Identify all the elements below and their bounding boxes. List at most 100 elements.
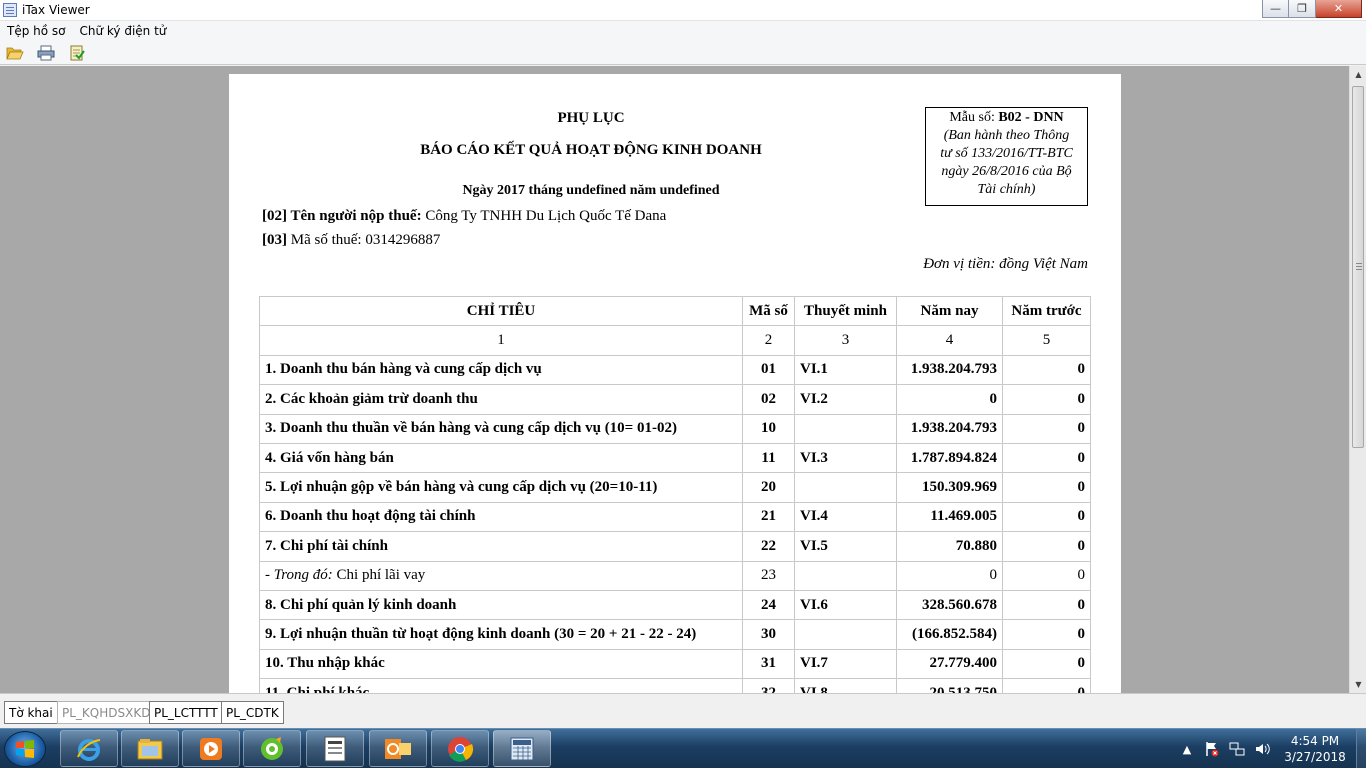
maximize-button[interactable]: ❐ xyxy=(1289,0,1316,18)
form-note-line3: ngày 26/8/2016 của Bộ xyxy=(941,164,1072,179)
row-current: (166.852.584) xyxy=(896,619,1003,650)
taskbar-itax-viewer[interactable] xyxy=(306,730,364,767)
menu-digital-signature[interactable]: Chữ ký điện tử xyxy=(73,24,174,38)
table-row: 3. Doanh thu thuần về bán hàng và cung c… xyxy=(259,413,1091,444)
network-button[interactable] xyxy=(1228,740,1246,758)
scroll-up-button[interactable]: ▲ xyxy=(1350,66,1366,83)
row-name: 5. Lợi nhuận gộp về bán hàng và cung cấp… xyxy=(259,472,743,503)
row-code: 32 xyxy=(742,678,795,693)
row-previous: 0 xyxy=(1002,678,1091,693)
report-page: PHỤ LỤC BÁO CÁO KẾT QUẢ HOẠT ĐỘNG KINH D… xyxy=(229,74,1121,693)
grip-line xyxy=(1356,263,1362,264)
taskbar-outlook[interactable] xyxy=(369,730,427,767)
taskbar-file-explorer[interactable] xyxy=(121,730,179,767)
row-note: VI.5 xyxy=(794,531,897,562)
header-indicator: CHỈ TIÊU xyxy=(259,295,743,327)
tab-to-khai[interactable]: Tờ khai xyxy=(4,701,58,724)
close-button[interactable]: ✕ xyxy=(1316,0,1362,18)
show-desktop-button[interactable] xyxy=(1356,729,1366,768)
row-note: VI.1 xyxy=(794,354,897,386)
row-name-text: Chi phí lãi vay xyxy=(336,567,426,584)
index-cell: 5 xyxy=(1002,325,1091,356)
open-file-button[interactable] xyxy=(4,43,26,63)
form-note-line4: Tài chính) xyxy=(977,182,1036,197)
row-previous: 0 xyxy=(1002,560,1091,591)
currency-unit: Đơn vị tiền: đồng Việt Nam xyxy=(923,256,1088,272)
taskbar-media-player[interactable] xyxy=(182,730,240,767)
taskbar-internet-explorer[interactable] xyxy=(60,730,118,767)
action-center-button[interactable] xyxy=(1203,740,1221,758)
arrow-up-icon: ▲ xyxy=(1355,70,1362,79)
calculator-icon xyxy=(510,737,534,760)
row-current: 328.560.678 xyxy=(896,589,1003,621)
taxpayer-name: Công Ty TNHH Du Lịch Quốc Tế Dana xyxy=(425,208,667,224)
row-note xyxy=(794,560,897,591)
row-previous: 0 xyxy=(1002,589,1091,621)
row-note: VI.8 xyxy=(794,678,897,693)
row-current: 150.309.969 xyxy=(896,472,1003,503)
scroll-down-button[interactable]: ▼ xyxy=(1350,676,1366,693)
start-button[interactable] xyxy=(4,731,46,767)
form-code: B02 - DNN xyxy=(998,110,1064,125)
system-tray: ▲ 4:54 PM 3/27/2018 xyxy=(1178,729,1366,768)
folder-open-icon xyxy=(6,47,24,59)
chrome-icon xyxy=(448,736,474,762)
sign-check-button[interactable] xyxy=(66,43,88,63)
row-code: 11 xyxy=(742,442,795,474)
show-hidden-icons-button[interactable]: ▲ xyxy=(1178,740,1196,758)
menu-bar: Tệp hồ sơ Chữ ký điện tử xyxy=(0,21,1366,41)
system-clock[interactable]: 4:54 PM 3/27/2018 xyxy=(1278,733,1352,765)
document-viewer[interactable]: PHỤ LỤC BÁO CÁO KẾT QUẢ HOẠT ĐỘNG KINH D… xyxy=(0,66,1349,693)
internet-explorer-icon xyxy=(77,738,101,761)
row-code: 24 xyxy=(742,589,795,621)
grip-line xyxy=(1356,269,1362,270)
row-current: 70.880 xyxy=(896,531,1003,562)
form-code-prefix: Mẫu số: xyxy=(949,110,999,125)
index-cell: 3 xyxy=(794,325,897,356)
row-note: VI.2 xyxy=(794,384,897,415)
media-player-icon xyxy=(200,737,222,760)
row-current: 11.469.005 xyxy=(896,501,1003,533)
row-name: - Trong đó: Chi phí lãi vay xyxy=(259,560,743,591)
menu-file[interactable]: Tệp hồ sơ xyxy=(0,24,73,38)
row-code: 30 xyxy=(742,619,795,650)
table-row: 1. Doanh thu bán hàng và cung cấp dịch v… xyxy=(259,354,1091,386)
row-note xyxy=(794,413,897,444)
row-previous: 0 xyxy=(1002,501,1091,533)
scroll-thumb[interactable] xyxy=(1352,86,1364,448)
table-row: 7. Chi phí tài chính 22 VI.5 70.880 0 xyxy=(259,531,1091,562)
income-statement-table: CHỈ TIÊU Mã số Thuyết minh Năm nay Năm t… xyxy=(259,295,1091,693)
row-name: 6. Doanh thu hoạt động tài chính xyxy=(259,501,743,533)
row-current: 0 xyxy=(896,560,1003,591)
row-note xyxy=(794,472,897,503)
row-previous: 0 xyxy=(1002,413,1091,444)
index-cell: 2 xyxy=(742,325,795,356)
header-current-year: Năm nay xyxy=(896,295,1003,327)
vertical-scrollbar[interactable]: ▲ ▼ xyxy=(1349,66,1366,693)
row-current: 1.787.894.824 xyxy=(896,442,1003,474)
tab-pl-lctttt[interactable]: PL_LCTTTT xyxy=(149,701,223,724)
taskbar-chrome[interactable] xyxy=(431,730,489,767)
outlook-icon xyxy=(385,738,411,759)
row-previous: 0 xyxy=(1002,619,1091,650)
header-note: Thuyết minh xyxy=(794,295,897,327)
toolbar xyxy=(0,41,1366,65)
index-row: 1 2 3 4 5 xyxy=(259,325,1091,356)
table-row: 5. Lợi nhuận gộp về bán hàng và cung cấp… xyxy=(259,472,1091,503)
taxcode-label: [03] xyxy=(262,232,287,248)
tab-pl-cdtk[interactable]: PL_CDTK xyxy=(221,701,284,724)
taskbar-calculator[interactable] xyxy=(493,730,551,767)
flag-alert-icon xyxy=(1206,742,1219,757)
table-row: 8. Chi phí quản lý kinh doanh 24 VI.6 328.5… xyxy=(259,589,1091,621)
taxcode-text: Mã số thuế: xyxy=(290,232,362,248)
print-button[interactable] xyxy=(35,43,57,63)
tab-pl-kqhdsxkd[interactable]: PL_KQHDSXKD xyxy=(57,701,156,724)
taskbar-coccoc[interactable] xyxy=(243,730,301,767)
volume-button[interactable] xyxy=(1253,740,1271,758)
print-icon xyxy=(37,45,55,60)
app-icon xyxy=(3,3,17,17)
header-code: Mã số xyxy=(742,295,795,327)
row-name: 11. Chi phí khác xyxy=(259,678,743,693)
minimize-button[interactable]: — xyxy=(1262,0,1289,18)
form-code-box: Mẫu số: B02 - DNN (Ban hành theo Thông t… xyxy=(925,107,1088,206)
